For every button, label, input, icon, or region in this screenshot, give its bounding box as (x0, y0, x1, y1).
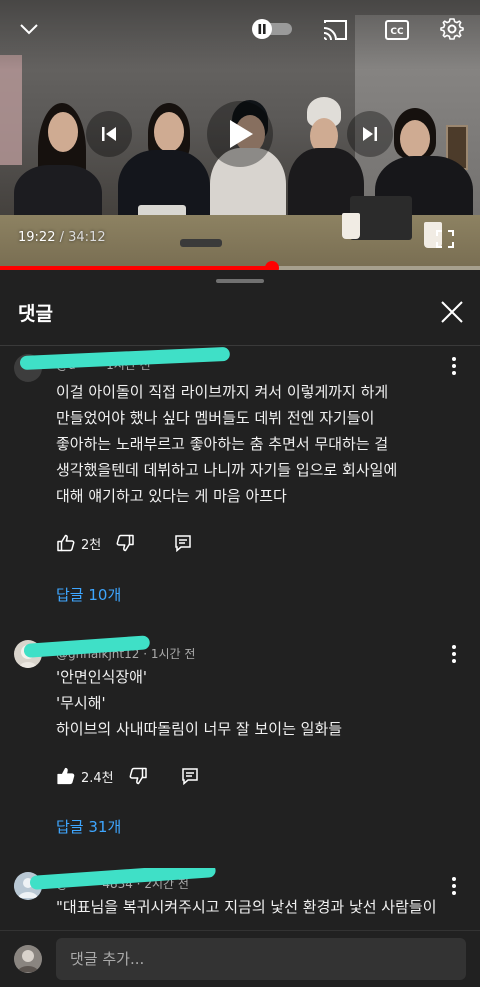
comment-line: 좋아하는 노래부르고 좋아하는 춤 추면서 무대하는 걸 (56, 435, 389, 453)
video-frame-wall-art (0, 55, 22, 165)
reply-icon[interactable] (180, 766, 200, 786)
video-frame-cup (342, 213, 360, 239)
chevron-down-icon[interactable] (14, 16, 44, 42)
comment-line: '안면인식장애' (56, 668, 148, 686)
comment-line: 생각했을텐데 데뷔하고 나니까 자기들 입으로 회사일에 (56, 461, 398, 479)
skip-next-icon[interactable] (347, 111, 393, 157)
add-comment-input[interactable] (56, 938, 466, 980)
thumbs-up-filled-icon (56, 766, 76, 786)
comment-item: @·········4834 · 2시간 전 "대표님을 복귀시켜주시고 지금의… (0, 868, 480, 930)
cc-icon[interactable]: CC (384, 19, 410, 41)
thumbs-down-icon[interactable] (115, 533, 135, 553)
comment-line: 이걸 아이돌이 직접 라이브까지 켜서 이렇게까지 하게 (56, 383, 389, 401)
cast-icon[interactable] (320, 17, 350, 43)
user-avatar[interactable] (14, 945, 42, 973)
svg-text:CC: CC (390, 27, 404, 37)
comment-actions: 2.4천 (56, 764, 200, 788)
view-replies-link[interactable]: 답글 10개 (56, 584, 121, 605)
panel-title: 댓글 (18, 303, 53, 325)
divider (0, 345, 480, 346)
fullscreen-icon[interactable] (432, 226, 458, 252)
progress-scrubber[interactable] (264, 261, 279, 270)
video-player[interactable]: CC 19:22 / 34:12 (0, 0, 480, 270)
like-button[interactable]: 2.4천 (56, 766, 114, 786)
autoplay-toggle[interactable] (250, 18, 294, 40)
like-count: 2천 (81, 537, 102, 553)
skip-previous-icon[interactable] (86, 111, 132, 157)
like-count: 2.4천 (81, 770, 114, 786)
reply-icon[interactable] (173, 533, 193, 553)
comment-text: 이걸 아이돌이 직접 라이브까지 켜서 이렇게까지 하게 만들었어야 했나 싶다… (56, 379, 456, 509)
comment-line: 만들었어야 했나 싶다 멤버들도 데뷔 전엔 자기들이 (56, 409, 375, 427)
comments-panel: 댓글 @u····· · 1시간 전 이걸 아이돌이 직접 라이브까지 켜서 이… (0, 270, 480, 987)
add-comment-bar (0, 930, 480, 987)
comment-line: 하이브의 사내따돌림이 너무 잘 보이는 일화들 (56, 720, 343, 738)
drag-handle[interactable] (216, 279, 264, 283)
gear-icon[interactable] (438, 15, 466, 43)
comment-text: '안면인식장애' '무시해' 하이브의 사내따돌림이 너무 잘 보이는 일화들 (56, 664, 456, 742)
close-icon[interactable] (438, 298, 466, 326)
comment-line: '무시해' (56, 694, 106, 712)
comment-line: 대해 얘기하고 있다는 게 마음 아프다 (56, 487, 287, 505)
playback-time: 19:22 / 34:12 (18, 230, 106, 245)
current-time: 19:22 (18, 230, 56, 245)
like-button[interactable]: 2천 (56, 533, 101, 553)
duration: 34:12 (68, 230, 106, 245)
more-options-icon[interactable] (444, 354, 464, 378)
comment-text: "대표님을 복귀시켜주시고 지금의 낯선 환경과 낯선 사람들이 (56, 894, 456, 920)
thumbs-up-icon (56, 533, 76, 553)
comment-actions: 2천 (56, 531, 193, 555)
thumbs-down-icon[interactable] (128, 766, 148, 786)
play-icon[interactable] (207, 101, 273, 167)
comment-line: "대표님을 복귀시켜주시고 지금의 낯선 환경과 낯선 사람들이 (56, 898, 437, 916)
view-replies-link[interactable]: 답글 31개 (56, 816, 121, 837)
video-frame-phone (180, 239, 222, 247)
more-options-icon[interactable] (444, 642, 464, 666)
time-separator: / (59, 230, 69, 245)
